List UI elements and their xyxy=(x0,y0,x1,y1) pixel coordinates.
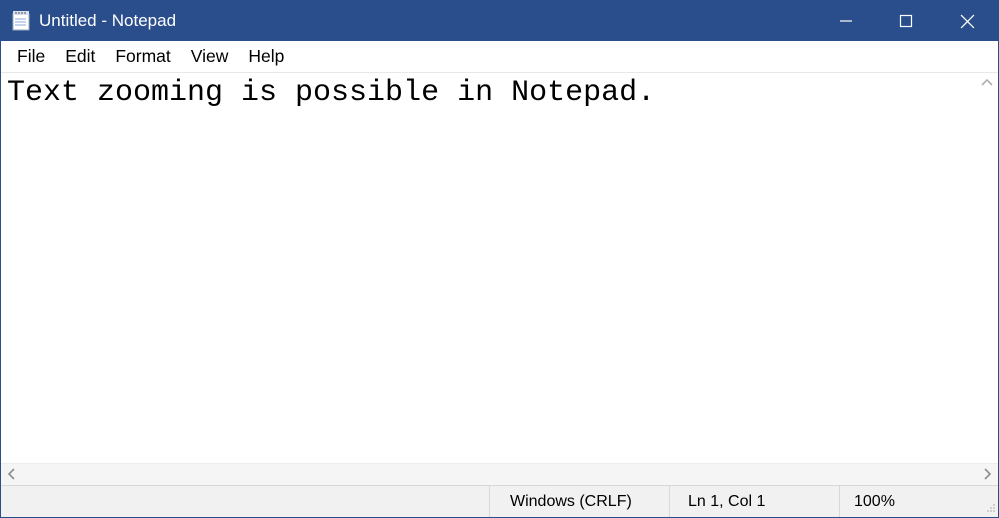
text-editor[interactable] xyxy=(1,73,998,463)
horizontal-scrollbar[interactable] xyxy=(1,463,998,485)
menu-bar: File Edit Format View Help xyxy=(1,41,998,73)
scroll-up-icon[interactable] xyxy=(981,77,993,91)
minimize-button[interactable] xyxy=(816,1,876,41)
menu-view[interactable]: View xyxy=(181,42,239,71)
editor-area xyxy=(1,73,998,485)
menu-edit[interactable]: Edit xyxy=(55,42,105,71)
title-bar[interactable]: Untitled - Notepad xyxy=(1,1,998,41)
status-spacer xyxy=(1,486,490,517)
notepad-icon xyxy=(11,11,31,31)
status-line-ending: Windows (CRLF) xyxy=(490,486,670,517)
window-controls xyxy=(816,1,998,41)
window-title: Untitled - Notepad xyxy=(39,11,816,31)
menu-format[interactable]: Format xyxy=(105,42,180,71)
scroll-left-icon[interactable] xyxy=(7,467,17,483)
vertical-scrollbar[interactable] xyxy=(976,73,998,463)
status-line-ending-text: Windows (CRLF) xyxy=(510,493,632,511)
status-cursor-position-text: Ln 1, Col 1 xyxy=(688,493,765,511)
maximize-button[interactable] xyxy=(876,1,936,41)
menu-file[interactable]: File xyxy=(7,42,55,71)
resize-grip[interactable] xyxy=(980,486,998,517)
status-bar: Windows (CRLF) Ln 1, Col 1 100% xyxy=(1,485,998,517)
status-zoom-text: 100% xyxy=(854,493,895,511)
menu-help[interactable]: Help xyxy=(238,42,294,71)
status-zoom: 100% xyxy=(840,486,980,517)
status-cursor-position: Ln 1, Col 1 xyxy=(670,486,840,517)
scroll-right-icon[interactable] xyxy=(982,467,992,483)
close-button[interactable] xyxy=(936,1,998,41)
